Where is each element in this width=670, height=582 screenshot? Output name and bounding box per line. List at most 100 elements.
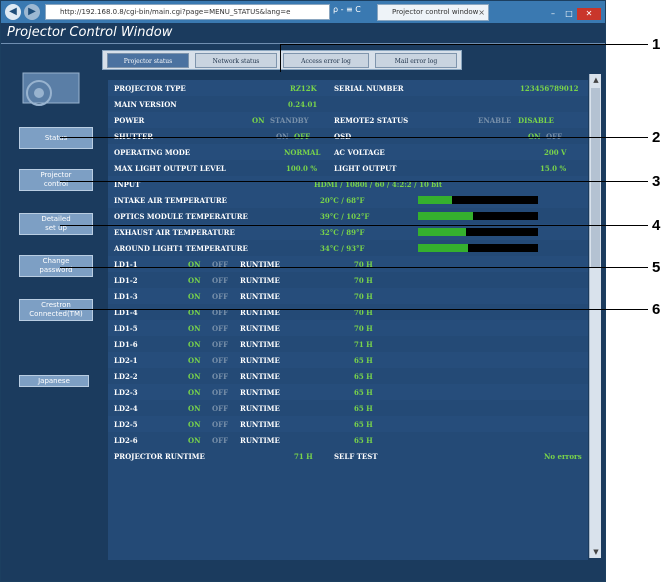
temperature-row: INTAKE AIR TEMPERATURE 20°C / 68°F (108, 192, 588, 208)
ld-runtime-label: RUNTIME (240, 436, 280, 445)
temperature-value: 34°C / 93°F (320, 244, 365, 253)
ld-on-value: ON (188, 292, 201, 301)
remote2-status-label: REMOTE2 STATUS (334, 116, 409, 125)
tab-close-icon[interactable]: × (478, 5, 485, 20)
ac-voltage-label: AC VOLTAGE (334, 148, 385, 157)
ld-on-value: ON (188, 340, 201, 349)
sidebar-crestron-button[interactable]: Crestron Connected(TM) (19, 299, 93, 321)
minimize-icon[interactable]: – (545, 8, 561, 20)
ld-id: LD2-4 (114, 404, 138, 413)
light-diode-row: LD1-3 ON OFF RUNTIME 70 H (108, 288, 588, 304)
tab-network-status[interactable]: Network status (195, 53, 277, 68)
scroll-down-arrow-icon[interactable]: ▼ (590, 546, 602, 558)
browser-tab-title: Projector control window (392, 8, 479, 16)
sidebar-status-button[interactable]: Status (19, 127, 93, 149)
sidebar-detailed-setup-button[interactable]: Detailed set up (19, 213, 93, 235)
sidebar-projector-control-button[interactable]: Projector control (19, 169, 93, 191)
serial-number-label: SERIAL NUMBER (334, 84, 404, 93)
ld-runtime-value: 70 H (354, 324, 373, 333)
light-diode-row: LD2-3 ON OFF RUNTIME 65 H (108, 384, 588, 400)
ld-runtime-value: 65 H (354, 404, 373, 413)
light-diode-row: LD2-4 ON OFF RUNTIME 65 H (108, 400, 588, 416)
tab-access-error-log[interactable]: Access error log (283, 53, 369, 68)
scroll-up-arrow-icon[interactable]: ▲ (590, 74, 602, 86)
address-bar[interactable]: http://192.168.0.8/cgi-bin/main.cgi?page… (45, 4, 330, 20)
forward-arrow-icon[interactable]: ▶ (24, 4, 40, 20)
ld-runtime-label: RUNTIME (240, 404, 280, 413)
temperature-row: EXHAUST AIR TEMPERATURE 32°C / 89°F (108, 224, 588, 240)
temperature-bar (418, 212, 538, 220)
light-diode-row: LD2-2 ON OFF RUNTIME 65 H (108, 368, 588, 384)
temperature-row: AROUND LIGHT1 TEMPERATURE 34°C / 93°F (108, 240, 588, 256)
ld-off-value: OFF (212, 356, 229, 365)
light-output-label: LIGHT OUTPUT (334, 164, 397, 173)
temperature-bar-fill (418, 196, 452, 204)
callout-4-number: 4 (652, 217, 661, 234)
light-diode-row: LD1-1 ON OFF RUNTIME 70 H (108, 256, 588, 272)
temperature-bar (418, 196, 538, 204)
callout-3-number: 3 (652, 173, 661, 190)
max-light-output-value: 100.0 % (286, 164, 318, 173)
temperature-label: INTAKE AIR TEMPERATURE (114, 196, 227, 205)
scroll-thumb[interactable] (591, 88, 600, 268)
temperature-label: AROUND LIGHT1 TEMPERATURE (114, 244, 248, 253)
back-arrow-icon[interactable]: ◀ (5, 4, 21, 20)
maximize-icon[interactable]: □ (561, 8, 577, 20)
temperature-row: OPTICS MODULE TEMPERATURE 39°C / 102°F (108, 208, 588, 224)
tab-projector-status[interactable]: Projector status (107, 53, 189, 68)
ld-id: LD2-6 (114, 436, 138, 445)
ld-id: LD2-3 (114, 388, 138, 397)
sidebar-change-password-button[interactable]: Change password (19, 255, 93, 277)
projector-runtime-label: PROJECTOR RUNTIME (114, 452, 205, 461)
row-projector-runtime: PROJECTOR RUNTIME 71 H SELF TEST No erro… (108, 448, 588, 464)
temperature-bar (418, 244, 538, 252)
status-tabbar: Projector status Network status Access e… (102, 50, 462, 70)
vertical-scrollbar[interactable]: ▲ ▼ (589, 74, 601, 558)
browser-toolbar: ◀ ▶ http://192.168.0.8/cgi-bin/main.cgi?… (1, 1, 605, 23)
temperature-label: EXHAUST AIR TEMPERATURE (114, 228, 235, 237)
light-diode-row: LD2-5 ON OFF RUNTIME 65 H (108, 416, 588, 432)
ld-id: LD2-1 (114, 356, 138, 365)
callout-5-number: 5 (652, 259, 661, 276)
ld-runtime-value: 65 H (354, 388, 373, 397)
row-power: POWER ON STANDBY REMOTE2 STATUS ENABLE D… (108, 112, 588, 128)
projector-type-label: PROJECTOR TYPE (114, 84, 186, 93)
row-projector-type: PROJECTOR TYPE RZ12K SERIAL NUMBER 12345… (108, 80, 588, 96)
page-title: Projector Control Window (7, 25, 173, 40)
self-test-value: No errors (544, 452, 582, 461)
serial-number-value: 123456789012 (520, 84, 579, 93)
ld-runtime-value: 70 H (354, 292, 373, 301)
ld-on-value: ON (188, 420, 201, 429)
ld-id: LD1-6 (114, 340, 138, 349)
callout-1-leader-vertical (280, 44, 281, 72)
temperature-bar (418, 228, 538, 236)
ld-on-value: ON (188, 356, 201, 365)
ld-runtime-value: 65 H (354, 420, 373, 429)
ld-off-value: OFF (212, 340, 229, 349)
light-diode-row: LD2-1 ON OFF RUNTIME 65 H (108, 352, 588, 368)
ld-off-value: OFF (212, 372, 229, 381)
window-controls: – □ ✕ (545, 1, 601, 20)
address-controls[interactable]: ρ - ≡ C (333, 5, 361, 14)
power-on-value: ON (252, 116, 265, 125)
tab-mail-error-log[interactable]: Mail error log (375, 53, 457, 68)
light-diode-row: LD1-6 ON OFF RUNTIME 71 H (108, 336, 588, 352)
close-icon[interactable]: ✕ (577, 8, 601, 20)
browser-tab[interactable]: Projector control window × (377, 4, 489, 21)
ld-runtime-value: 65 H (354, 356, 373, 365)
remote2-enable-value: ENABLE (478, 116, 512, 125)
ld-on-value: ON (188, 324, 201, 333)
light-output-value: 15.0 % (540, 164, 567, 173)
projector-logo-icon (22, 72, 80, 106)
ld-off-value: OFF (212, 420, 229, 429)
ld-off-value: OFF (212, 292, 229, 301)
callout-6-leader (60, 309, 648, 310)
callout-1-number: 1 (652, 36, 661, 53)
self-test-label: SELF TEST (334, 452, 378, 461)
operating-mode-label: OPERATING MODE (114, 148, 191, 157)
temperature-bar-fill (418, 244, 469, 252)
projector-runtime-value: 71 H (294, 452, 313, 461)
ld-runtime-value: 70 H (354, 276, 373, 285)
ld-runtime-label: RUNTIME (240, 340, 280, 349)
sidebar-language-button[interactable]: Japanese (19, 375, 89, 387)
